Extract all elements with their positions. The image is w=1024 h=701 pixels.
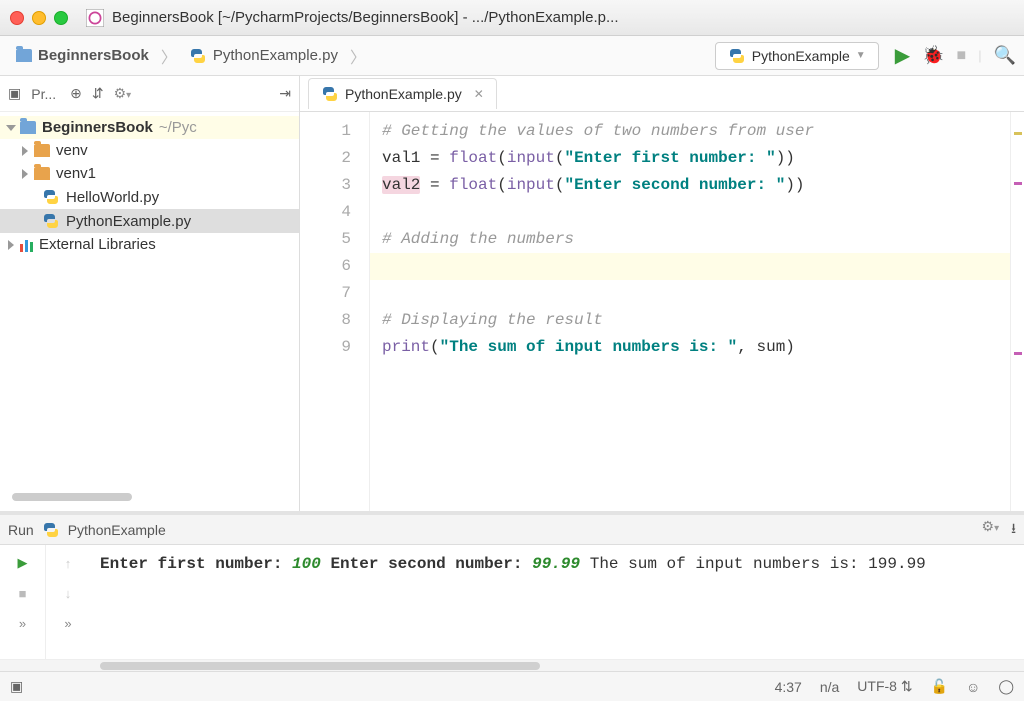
folder-icon bbox=[20, 121, 36, 134]
markers-gutter bbox=[1010, 112, 1024, 511]
more-stack-button[interactable]: » bbox=[56, 611, 80, 635]
lock-icon[interactable]: 🔓 bbox=[931, 678, 948, 695]
folder-icon bbox=[34, 144, 50, 157]
inspector-icon[interactable]: ☺ bbox=[966, 679, 980, 695]
gutter: 123456789 bbox=[300, 112, 370, 511]
breadcrumb-project[interactable]: BeginnersBook bbox=[8, 43, 157, 68]
breadcrumb-label: PythonExample.py bbox=[213, 47, 338, 64]
tree-item-label: PythonExample.py bbox=[66, 213, 191, 230]
caret-position[interactable]: 4:37 bbox=[775, 679, 802, 695]
folder-icon bbox=[34, 167, 50, 180]
title-bar: BeginnersBook [~/PycharmProjects/Beginne… bbox=[0, 0, 1024, 36]
locate-icon[interactable]: ⊕ bbox=[70, 85, 82, 102]
expand-icon[interactable] bbox=[8, 240, 14, 250]
tree-item-label: venv1 bbox=[56, 165, 96, 182]
down-stack-button[interactable]: ↓ bbox=[56, 581, 80, 605]
project-tool-window: ▣ Pr... ⊕ ⇵ ⚙▾ ⇥ BeginnersBook ~/Pyc ven… bbox=[0, 76, 300, 511]
feedback-icon[interactable]: ◯ bbox=[998, 678, 1014, 695]
file-encoding[interactable]: UTF-8 ⇅ bbox=[857, 678, 912, 695]
python-file-icon bbox=[42, 212, 60, 230]
code-area[interactable]: 123456789 # Getting the values of two nu… bbox=[300, 112, 1024, 511]
settings-icon[interactable]: ⚙▾ bbox=[114, 85, 132, 102]
expand-icon[interactable] bbox=[22, 146, 28, 156]
run-scrollbar[interactable] bbox=[100, 662, 540, 670]
rerun-button[interactable]: ▶ bbox=[11, 551, 35, 575]
tree-folder-venv[interactable]: venv bbox=[0, 139, 299, 162]
window-title: BeginnersBook [~/PycharmProjects/Beginne… bbox=[112, 9, 619, 26]
editor-tab-label: PythonExample.py bbox=[345, 86, 462, 102]
tree-item-label: HelloWorld.py bbox=[66, 189, 159, 206]
main-area: ▣ Pr... ⊕ ⇵ ⚙▾ ⇥ BeginnersBook ~/Pyc ven… bbox=[0, 76, 1024, 511]
run-header: Run PythonExample ⚙▾ ⭳ bbox=[0, 515, 1024, 545]
python-file-icon bbox=[321, 85, 339, 103]
stop-button[interactable]: ■ bbox=[957, 47, 967, 65]
run-config-selector[interactable]: PythonExample ▼ bbox=[715, 42, 879, 70]
more-run-button[interactable]: » bbox=[11, 611, 35, 635]
tree-root-path: ~/Pyc bbox=[159, 119, 197, 136]
debug-button[interactable]: 🐞 bbox=[922, 45, 944, 66]
run-label: Run bbox=[8, 522, 34, 538]
project-toolbar: ▣ Pr... ⊕ ⇵ ⚙▾ ⇥ bbox=[0, 76, 299, 112]
tree-root[interactable]: BeginnersBook ~/Pyc bbox=[0, 116, 299, 139]
stop-run-button[interactable]: ■ bbox=[11, 581, 35, 605]
up-stack-button[interactable]: ↑ bbox=[56, 551, 80, 575]
code[interactable]: # Getting the values of two numbers from… bbox=[370, 112, 1010, 511]
libraries-icon bbox=[20, 238, 33, 252]
python-file-icon bbox=[728, 47, 746, 65]
current-line-highlight bbox=[370, 253, 1010, 280]
tree-file-helloworld[interactable]: HelloWorld.py bbox=[0, 185, 299, 209]
breadcrumb-separator: 〉 bbox=[350, 44, 366, 68]
run-settings-icon[interactable]: ⚙▾ bbox=[982, 518, 1000, 542]
status-bar: ▣ 4:37 n/a UTF-8 ⇅ 🔓 ☺ ◯ bbox=[0, 671, 1024, 701]
warning-marker[interactable] bbox=[1014, 132, 1022, 135]
tree-item-label: External Libraries bbox=[39, 236, 156, 253]
project-view-icon[interactable]: ▣ bbox=[8, 85, 21, 102]
project-tree: BeginnersBook ~/Pyc venv venv1 HelloWorl… bbox=[0, 112, 299, 489]
chevron-down-icon: ▼ bbox=[856, 50, 866, 61]
download-icon[interactable]: ⭳ bbox=[1011, 518, 1016, 542]
tree-external-libraries[interactable]: External Libraries bbox=[0, 233, 299, 256]
run-controls: ▶ ■ » ↑ ↓ » bbox=[0, 545, 90, 659]
folder-icon bbox=[16, 49, 32, 62]
tree-root-label: BeginnersBook bbox=[42, 119, 153, 136]
run-button[interactable]: ▶ bbox=[895, 43, 910, 68]
run-tool-window: Run PythonExample ⚙▾ ⭳ ▶ ■ » ↑ ↓ » Enter… bbox=[0, 511, 1024, 671]
sidebar-scrollbar[interactable] bbox=[12, 493, 132, 501]
run-toolbar: ▶ 🐞 ■ | 🔍 bbox=[895, 43, 1016, 68]
line-separator[interactable]: n/a bbox=[820, 679, 839, 695]
info-marker[interactable] bbox=[1014, 182, 1022, 185]
navigation-bar: BeginnersBook 〉 PythonExample.py 〉 Pytho… bbox=[0, 36, 1024, 76]
python-file-icon bbox=[42, 521, 60, 539]
info-marker[interactable] bbox=[1014, 352, 1022, 355]
run-config-name: PythonExample bbox=[68, 522, 166, 538]
collapse-icon[interactable]: ⇵ bbox=[92, 85, 104, 102]
tree-item-label: venv bbox=[56, 142, 88, 159]
tree-folder-venv1[interactable]: venv1 bbox=[0, 162, 299, 185]
run-output[interactable]: Enter first number: 100 Enter second num… bbox=[90, 545, 1024, 659]
hide-icon[interactable]: ⇥ bbox=[279, 85, 291, 102]
expand-icon[interactable] bbox=[22, 169, 28, 179]
tree-file-pythonexample[interactable]: PythonExample.py bbox=[0, 209, 299, 233]
editor-tab-pythonexample[interactable]: PythonExample.py ✕ bbox=[308, 78, 497, 109]
close-tab-icon[interactable]: ✕ bbox=[474, 87, 484, 101]
search-button[interactable]: 🔍 bbox=[994, 45, 1016, 66]
breadcrumb-file[interactable]: PythonExample.py bbox=[181, 43, 346, 69]
editor: PythonExample.py ✕ 123456789 # Getting t… bbox=[300, 76, 1024, 511]
close-window-button[interactable] bbox=[10, 11, 24, 25]
breadcrumb-label: BeginnersBook bbox=[38, 47, 149, 64]
python-file-icon bbox=[189, 47, 207, 65]
expand-icon[interactable] bbox=[6, 125, 16, 131]
breadcrumb-separator: 〉 bbox=[161, 44, 177, 68]
project-title: Pr... bbox=[31, 86, 56, 102]
maximize-window-button[interactable] bbox=[54, 11, 68, 25]
python-file-icon bbox=[42, 188, 60, 206]
run-body: ▶ ■ » ↑ ↓ » Enter first number: 100 Ente… bbox=[0, 545, 1024, 659]
run-config-label: PythonExample bbox=[752, 48, 850, 64]
run-scrollbar-track bbox=[0, 659, 1024, 671]
windows-icon[interactable]: ▣ bbox=[10, 678, 23, 695]
editor-tabs: PythonExample.py ✕ bbox=[300, 76, 1024, 112]
minimize-window-button[interactable] bbox=[32, 11, 46, 25]
pycharm-icon bbox=[86, 9, 104, 27]
